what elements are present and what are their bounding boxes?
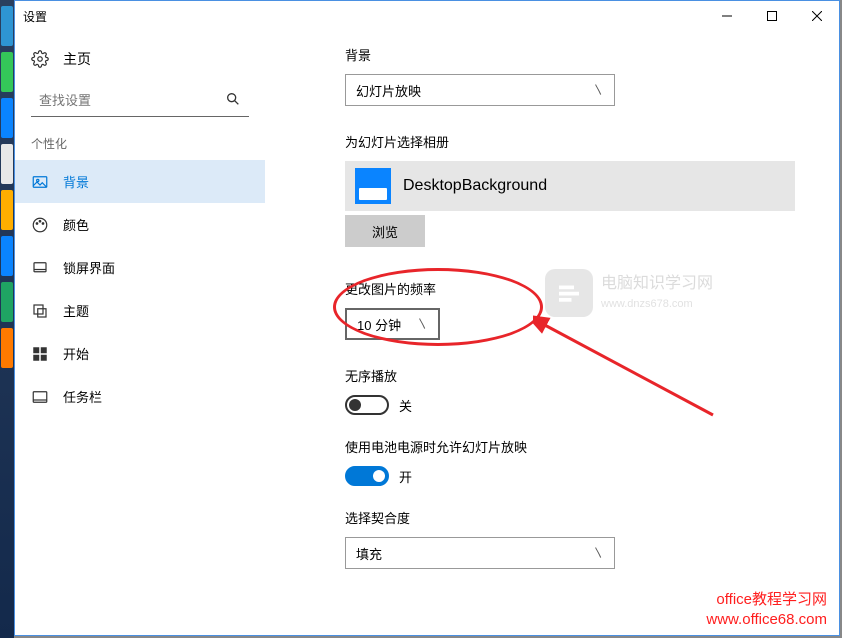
chevron-down-icon: 〵: [593, 545, 604, 561]
sidebar-item-label: 背景: [63, 172, 89, 191]
sidebar-item-label: 颜色: [63, 215, 89, 234]
battery-toggle[interactable]: [345, 466, 389, 486]
window-controls: [704, 1, 839, 31]
close-icon: [812, 11, 822, 21]
minimize-icon: [722, 11, 732, 21]
search-wrap: [31, 85, 249, 117]
browse-button[interactable]: 浏览: [345, 215, 425, 247]
background-label: 背景: [345, 45, 819, 64]
frequency-label: 更改图片的频率: [345, 279, 819, 298]
fit-value: 填充: [356, 544, 382, 563]
sidebar-item-themes[interactable]: 主题: [15, 289, 265, 332]
search-input[interactable]: [31, 85, 249, 117]
album-name: DesktopBackground: [403, 177, 547, 195]
sidebar-item-label: 锁屏界面: [63, 258, 115, 277]
fit-label: 选择契合度: [345, 508, 819, 527]
settings-window: 设置 主页: [14, 0, 840, 636]
background-select[interactable]: 幻灯片放映 〵: [345, 74, 615, 106]
frequency-value: 10 分钟: [357, 315, 401, 334]
maximize-icon: [767, 11, 777, 21]
battery-label: 使用电池电源时允许幻灯片放映: [345, 437, 819, 456]
sidebar-item-taskbar[interactable]: 任务栏: [15, 375, 265, 418]
main-panel: 背景 幻灯片放映 〵 为幻灯片选择相册 DesktopBackground 浏览…: [265, 31, 839, 635]
start-icon: [31, 345, 49, 363]
album-row[interactable]: DesktopBackground: [345, 161, 795, 211]
sidebar-item-label: 开始: [63, 344, 89, 363]
shuffle-toggle[interactable]: [345, 395, 389, 415]
close-button[interactable]: [794, 1, 839, 31]
minimize-button[interactable]: [704, 1, 749, 31]
sidebar-item-colors[interactable]: 颜色: [15, 203, 265, 246]
picture-icon: [31, 173, 49, 191]
chevron-down-icon: 〵: [593, 82, 604, 98]
gear-icon: [31, 50, 49, 68]
lockscreen-icon: [31, 259, 49, 277]
maximize-button[interactable]: [749, 1, 794, 31]
shuffle-state: 关: [399, 396, 412, 415]
sidebar: 主页 个性化 背景 颜色 锁屏界面: [15, 31, 265, 635]
battery-row: 开: [345, 466, 819, 486]
sidebar-item-lockscreen[interactable]: 锁屏界面: [15, 246, 265, 289]
sidebar-item-label: 主题: [63, 301, 89, 320]
shuffle-row: 关: [345, 395, 819, 415]
home-button[interactable]: 主页: [15, 39, 265, 79]
album-label: 为幻灯片选择相册: [345, 132, 819, 151]
palette-icon: [31, 216, 49, 234]
category-label: 个性化: [15, 135, 265, 160]
folder-icon: [355, 168, 391, 204]
chevron-down-icon: 〵: [417, 316, 428, 332]
os-taskbar-strip: [0, 0, 14, 638]
fit-select[interactable]: 填充 〵: [345, 537, 615, 569]
content: 主页 个性化 背景 颜色 锁屏界面: [15, 31, 839, 635]
sidebar-item-label: 任务栏: [63, 387, 102, 406]
theme-icon: [31, 302, 49, 320]
window-title: 设置: [23, 8, 47, 25]
taskbar-icon: [31, 388, 49, 406]
search-icon: [225, 91, 241, 112]
frequency-select[interactable]: 10 分钟 〵: [345, 308, 440, 340]
shuffle-label: 无序播放: [345, 366, 819, 385]
home-label: 主页: [63, 49, 91, 69]
titlebar: 设置: [15, 1, 839, 31]
sidebar-item-background[interactable]: 背景: [15, 160, 265, 203]
battery-state: 开: [399, 467, 412, 486]
sidebar-item-start[interactable]: 开始: [15, 332, 265, 375]
background-select-value: 幻灯片放映: [356, 81, 421, 100]
